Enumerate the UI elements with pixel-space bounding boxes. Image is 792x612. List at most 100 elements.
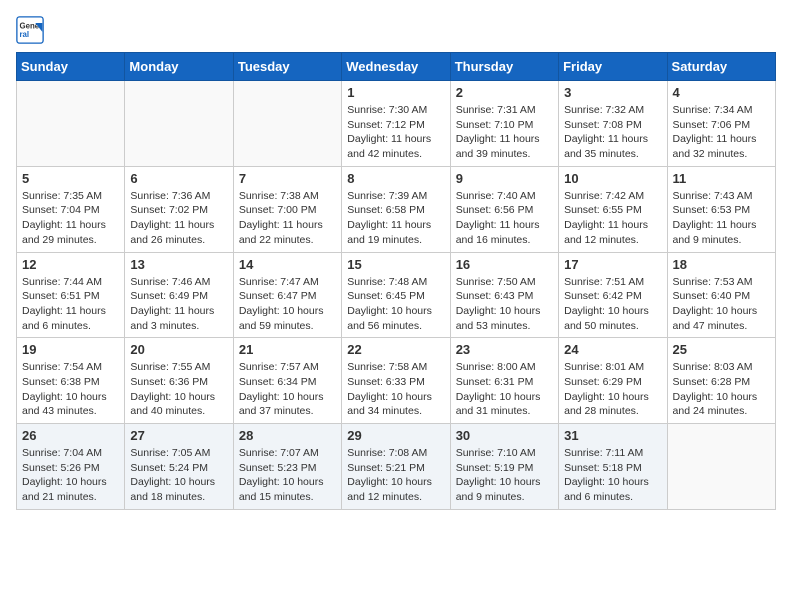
calendar-cell: 25Sunrise: 8:03 AM Sunset: 6:28 PM Dayli… [667,338,775,424]
weekday-header-row: SundayMondayTuesdayWednesdayThursdayFrid… [17,53,776,81]
day-info: Sunrise: 7:32 AM Sunset: 7:08 PM Dayligh… [564,103,661,162]
calendar-cell: 4 Sunrise: 7:34 AM Sunset: 7:06 PM Daylig… [667,81,775,167]
calendar-week-row: 1 Sunrise: 7:30 AM Sunset: 7:12 PM Daylig… [17,81,776,167]
calendar-cell: 27 Sunrise: 7:05 AM Sunset: 5:24 PM Dayli… [125,424,233,510]
calendar-cell: 13 Sunrise: 7:46 AM Sunset: 6:49 PM Dayli… [125,252,233,338]
day-info: Sunrise: 7:07 AM Sunset: 5:23 PM Dayligh… [239,446,336,505]
calendar-cell: 19Sunrise: 7:54 AM Sunset: 6:38 PM Dayli… [17,338,125,424]
day-info: Sunrise: 7:40 AM Sunset: 6:56 PM Dayligh… [456,189,553,248]
calendar-cell: 22Sunrise: 7:58 AM Sunset: 6:33 PM Dayli… [342,338,450,424]
day-number: 27 [130,428,227,443]
day-number: 6 [130,171,227,186]
day-number: 7 [239,171,336,186]
calendar-cell: 6 Sunrise: 7:36 AM Sunset: 7:02 PM Daylig… [125,166,233,252]
calendar-cell: 5 Sunrise: 7:35 AM Sunset: 7:04 PM Daylig… [17,166,125,252]
day-info: Sunrise: 7:55 AM Sunset: 6:36 PM Dayligh… [130,360,227,419]
day-info: Sunrise: 8:00 AM Sunset: 6:31 PM Dayligh… [456,360,553,419]
day-info: Sunrise: 7:34 AM Sunset: 7:06 PM Dayligh… [673,103,770,162]
day-info: Sunrise: 7:43 AM Sunset: 6:53 PM Dayligh… [673,189,770,248]
calendar-cell: 24Sunrise: 8:01 AM Sunset: 6:29 PM Dayli… [559,338,667,424]
day-number: 12 [22,257,119,272]
calendar-cell: 31 Sunrise: 7:11 AM Sunset: 5:18 PM Dayli… [559,424,667,510]
calendar-cell: 7 Sunrise: 7:38 AM Sunset: 7:00 PM Daylig… [233,166,341,252]
day-number: 15 [347,257,444,272]
day-number: 25 [673,342,770,357]
day-info: Sunrise: 7:46 AM Sunset: 6:49 PM Dayligh… [130,275,227,334]
day-number: 3 [564,85,661,100]
calendar-cell: 17 Sunrise: 7:51 AM Sunset: 6:42 PM Dayli… [559,252,667,338]
calendar-cell: 26 Sunrise: 7:04 AM Sunset: 5:26 PM Dayli… [17,424,125,510]
calendar-cell: 29 Sunrise: 7:08 AM Sunset: 5:21 PM Dayli… [342,424,450,510]
calendar-cell: 9 Sunrise: 7:40 AM Sunset: 6:56 PM Daylig… [450,166,558,252]
day-info: Sunrise: 7:30 AM Sunset: 7:12 PM Dayligh… [347,103,444,162]
day-number: 8 [347,171,444,186]
calendar-table: SundayMondayTuesdayWednesdayThursdayFrid… [16,52,776,510]
calendar-cell: 8 Sunrise: 7:39 AM Sunset: 6:58 PM Daylig… [342,166,450,252]
day-number: 4 [673,85,770,100]
calendar-cell: 2 Sunrise: 7:31 AM Sunset: 7:10 PM Daylig… [450,81,558,167]
day-info: Sunrise: 7:54 AM Sunset: 6:38 PM Dayligh… [22,360,119,419]
calendar-week-row: 5 Sunrise: 7:35 AM Sunset: 7:04 PM Daylig… [17,166,776,252]
day-info: Sunrise: 7:57 AM Sunset: 6:34 PM Dayligh… [239,360,336,419]
day-info: Sunrise: 7:04 AM Sunset: 5:26 PM Dayligh… [22,446,119,505]
day-number: 11 [673,171,770,186]
calendar-cell: 21 Sunrise: 7:57 AM Sunset: 6:34 PM Dayli… [233,338,341,424]
day-number: 31 [564,428,661,443]
day-info: Sunrise: 7:44 AM Sunset: 6:51 PM Dayligh… [22,275,119,334]
day-number: 16 [456,257,553,272]
day-number: 1 [347,85,444,100]
day-info: Sunrise: 7:31 AM Sunset: 7:10 PM Dayligh… [456,103,553,162]
svg-text:ral: ral [20,30,30,39]
day-number: 22 [347,342,444,357]
day-info: Sunrise: 7:47 AM Sunset: 6:47 PM Dayligh… [239,275,336,334]
calendar-cell: 16Sunrise: 7:50 AM Sunset: 6:43 PM Dayli… [450,252,558,338]
calendar-cell [125,81,233,167]
day-info: Sunrise: 7:10 AM Sunset: 5:19 PM Dayligh… [456,446,553,505]
weekday-header-saturday: Saturday [667,53,775,81]
weekday-header-friday: Friday [559,53,667,81]
calendar-cell: 14 Sunrise: 7:47 AM Sunset: 6:47 PM Dayli… [233,252,341,338]
day-info: Sunrise: 7:48 AM Sunset: 6:45 PM Dayligh… [347,275,444,334]
weekday-header-monday: Monday [125,53,233,81]
day-info: Sunrise: 7:51 AM Sunset: 6:42 PM Dayligh… [564,275,661,334]
calendar-week-row: 12 Sunrise: 7:44 AM Sunset: 6:51 PM Dayli… [17,252,776,338]
calendar-cell [667,424,775,510]
calendar-week-row: 19Sunrise: 7:54 AM Sunset: 6:38 PM Dayli… [17,338,776,424]
day-info: Sunrise: 7:08 AM Sunset: 5:21 PM Dayligh… [347,446,444,505]
day-number: 14 [239,257,336,272]
calendar-cell: 28Sunrise: 7:07 AM Sunset: 5:23 PM Dayli… [233,424,341,510]
day-number: 23 [456,342,553,357]
calendar-cell: 23 Sunrise: 8:00 AM Sunset: 6:31 PM Dayli… [450,338,558,424]
day-number: 17 [564,257,661,272]
day-info: Sunrise: 7:35 AM Sunset: 7:04 PM Dayligh… [22,189,119,248]
day-number: 20 [130,342,227,357]
weekday-header-sunday: Sunday [17,53,125,81]
weekday-header-tuesday: Tuesday [233,53,341,81]
day-number: 10 [564,171,661,186]
logo: Gene- ral [16,16,48,44]
day-info: Sunrise: 7:36 AM Sunset: 7:02 PM Dayligh… [130,189,227,248]
day-info: Sunrise: 7:11 AM Sunset: 5:18 PM Dayligh… [564,446,661,505]
day-number: 21 [239,342,336,357]
day-number: 13 [130,257,227,272]
calendar-cell: 30Sunrise: 7:10 AM Sunset: 5:19 PM Dayli… [450,424,558,510]
calendar-cell: 20 Sunrise: 7:55 AM Sunset: 6:36 PM Dayli… [125,338,233,424]
logo-icon: Gene- ral [16,16,44,44]
page-header: Gene- ral [16,16,776,44]
day-number: 5 [22,171,119,186]
day-number: 29 [347,428,444,443]
day-info: Sunrise: 7:42 AM Sunset: 6:55 PM Dayligh… [564,189,661,248]
day-info: Sunrise: 7:38 AM Sunset: 7:00 PM Dayligh… [239,189,336,248]
calendar-cell: 11 Sunrise: 7:43 AM Sunset: 6:53 PM Dayli… [667,166,775,252]
calendar-cell: 15 Sunrise: 7:48 AM Sunset: 6:45 PM Dayli… [342,252,450,338]
day-info: Sunrise: 7:53 AM Sunset: 6:40 PM Dayligh… [673,275,770,334]
day-number: 2 [456,85,553,100]
day-number: 26 [22,428,119,443]
day-info: Sunrise: 7:39 AM Sunset: 6:58 PM Dayligh… [347,189,444,248]
day-info: Sunrise: 7:05 AM Sunset: 5:24 PM Dayligh… [130,446,227,505]
calendar-cell: 3 Sunrise: 7:32 AM Sunset: 7:08 PM Daylig… [559,81,667,167]
weekday-header-wednesday: Wednesday [342,53,450,81]
calendar-cell [17,81,125,167]
day-number: 9 [456,171,553,186]
calendar-week-row: 26 Sunrise: 7:04 AM Sunset: 5:26 PM Dayli… [17,424,776,510]
